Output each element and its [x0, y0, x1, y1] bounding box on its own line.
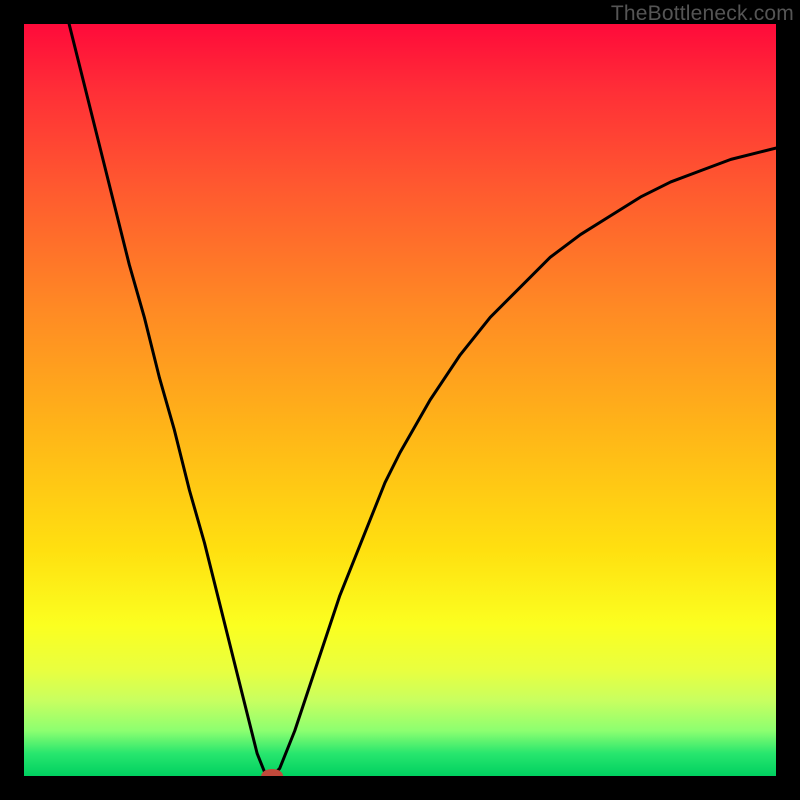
- plot-area: [24, 24, 776, 776]
- watermark-text: TheBottleneck.com: [611, 2, 794, 26]
- optimum-marker: [261, 769, 283, 776]
- bottleneck-curve: [69, 24, 776, 776]
- chart-container: TheBottleneck.com: [0, 0, 800, 800]
- curve-svg: [24, 24, 776, 776]
- curve-group: [69, 24, 776, 776]
